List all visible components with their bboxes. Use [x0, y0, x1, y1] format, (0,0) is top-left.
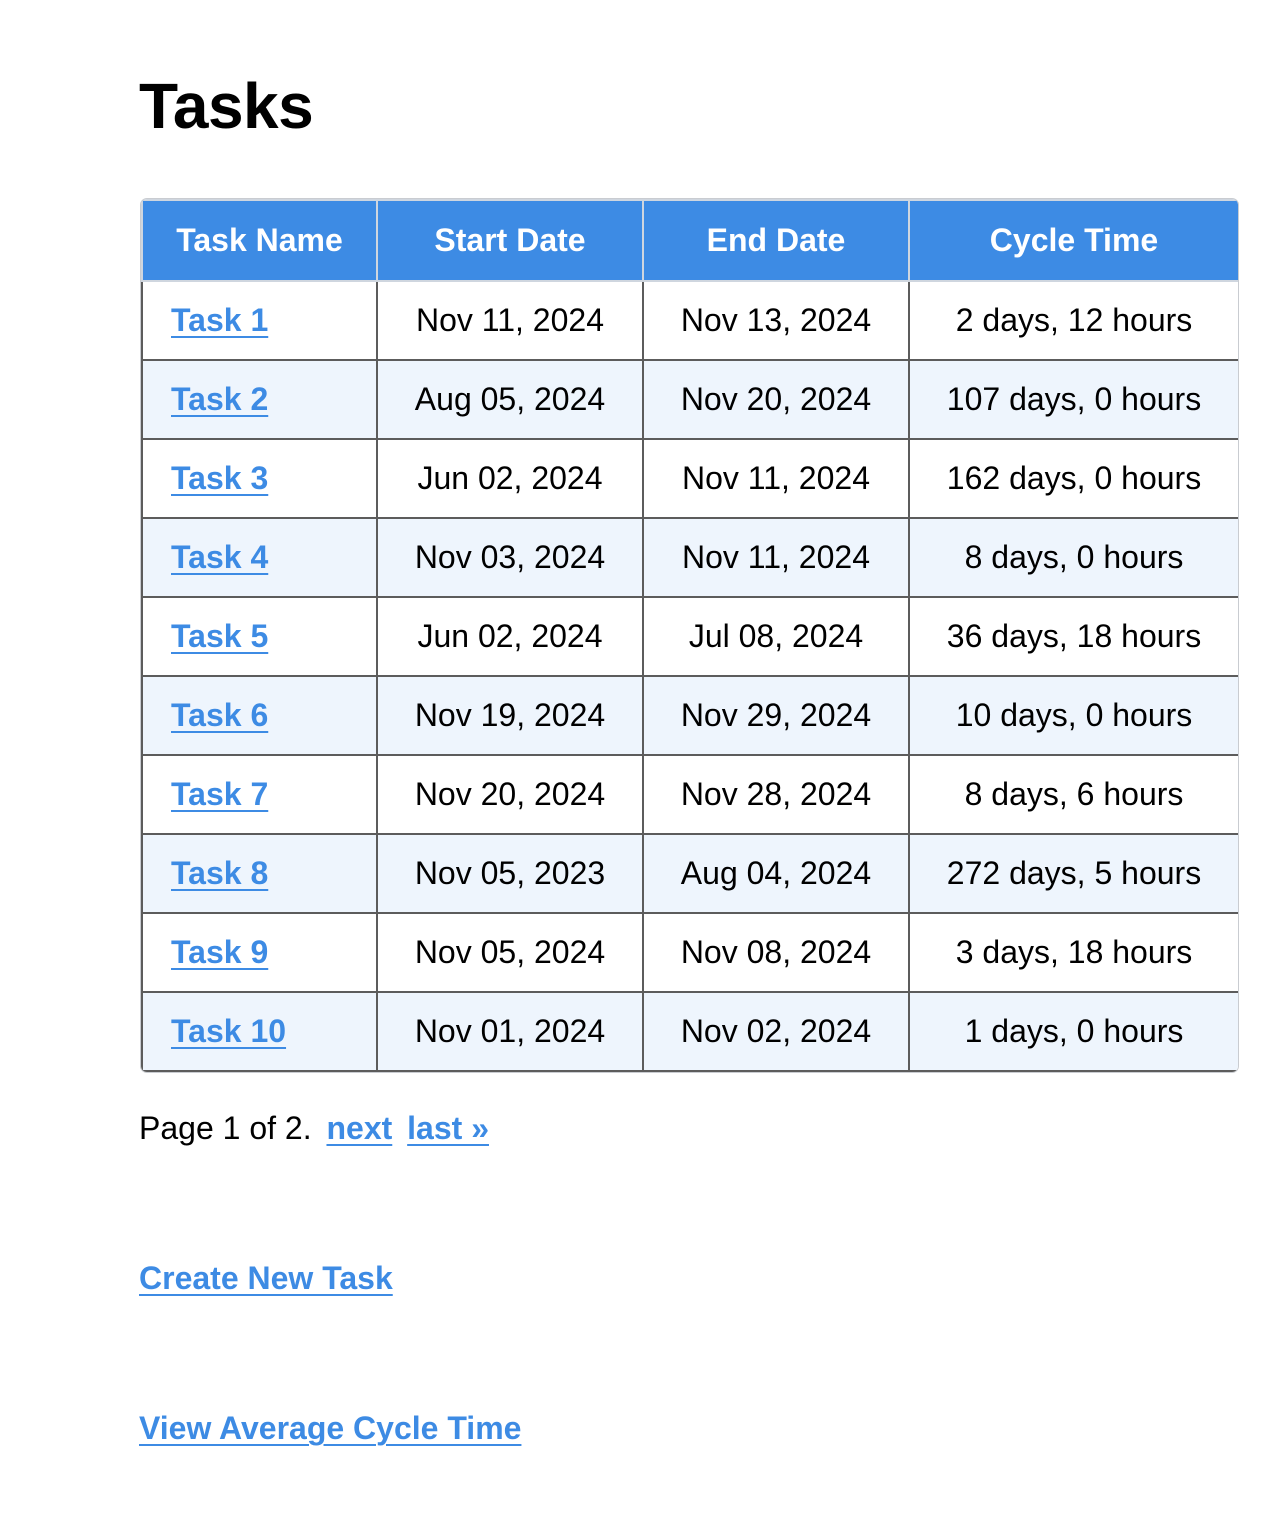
end-date-cell: Nov 20, 2024 — [642, 359, 910, 440]
start-date-cell: Nov 05, 2023 — [376, 833, 644, 914]
end-date-cell: Jul 08, 2024 — [642, 596, 910, 677]
average-cycle-container: View Average Cycle Time — [139, 1406, 521, 1450]
table-body: Task 1 Nov 11, 2024 Nov 13, 2024 2 days, 12… — [141, 280, 1238, 1072]
task-name-cell: Task 5 — [141, 596, 378, 677]
task-link[interactable]: Task 2 — [171, 381, 268, 417]
pagination-status: Page 1 of 2. — [139, 1110, 312, 1146]
table-row: Task 6 Nov 19, 2024 Nov 29, 2024 10 days, 0… — [141, 675, 1238, 756]
cycle-time-cell: 8 days, 0 hours — [908, 517, 1238, 598]
cycle-time-cell: 2 days, 12 hours — [908, 280, 1238, 361]
cycle-time-cell: 10 days, 0 hours — [908, 675, 1238, 756]
task-link[interactable]: Task 1 — [171, 302, 268, 338]
start-date-cell: Jun 02, 2024 — [376, 596, 644, 677]
table-row: Task 7 Nov 20, 2024 Nov 28, 2024 8 days, 6 … — [141, 754, 1238, 835]
end-date-cell: Nov 08, 2024 — [642, 912, 910, 993]
end-date-cell: Nov 29, 2024 — [642, 675, 910, 756]
cycle-time-cell: 36 days, 18 hours — [908, 596, 1238, 677]
page-title: Tasks — [139, 70, 314, 142]
column-header-cycle-time: Cycle Time — [908, 199, 1238, 282]
last-page-link[interactable]: last » — [407, 1110, 489, 1146]
column-header-end-date: End Date — [642, 199, 910, 282]
table-row: Task 10 Nov 01, 2024 Nov 02, 2024 1 days, 0… — [141, 991, 1238, 1072]
cycle-time-cell: 8 days, 6 hours — [908, 754, 1238, 835]
table-row: Task 4 Nov 03, 2024 Nov 11, 2024 8 days, 0 … — [141, 517, 1238, 598]
task-name-cell: Task 9 — [141, 912, 378, 993]
pagination: Page 1 of 2. next last » — [139, 1106, 489, 1150]
cycle-time-cell: 272 days, 5 hours — [908, 833, 1238, 914]
start-date-cell: Aug 05, 2024 — [376, 359, 644, 440]
view-average-cycle-time-link[interactable]: View Average Cycle Time — [139, 1410, 521, 1446]
end-date-cell: Nov 11, 2024 — [642, 438, 910, 519]
task-link[interactable]: Task 3 — [171, 460, 268, 496]
end-date-cell: Nov 11, 2024 — [642, 517, 910, 598]
task-link[interactable]: Task 4 — [171, 539, 268, 575]
column-header-task-name: Task Name — [141, 199, 378, 282]
tasks-table: Task Name Start Date End Date Cycle Time… — [141, 199, 1238, 1072]
task-link[interactable]: Task 6 — [171, 697, 268, 733]
cycle-time-cell: 107 days, 0 hours — [908, 359, 1238, 440]
task-link[interactable]: Task 9 — [171, 934, 268, 970]
task-name-cell: Task 10 — [141, 991, 378, 1072]
create-task-container: Create New Task — [139, 1256, 393, 1300]
task-link[interactable]: Task 7 — [171, 776, 268, 812]
end-date-cell: Nov 02, 2024 — [642, 991, 910, 1072]
task-name-cell: Task 3 — [141, 438, 378, 519]
table-row: Task 2 Aug 05, 2024 Nov 20, 2024 107 days, … — [141, 359, 1238, 440]
table-row: Task 1 Nov 11, 2024 Nov 13, 2024 2 days, 12… — [141, 280, 1238, 361]
start-date-cell: Nov 01, 2024 — [376, 991, 644, 1072]
task-link[interactable]: Task 5 — [171, 618, 268, 654]
task-link[interactable]: Task 8 — [171, 855, 268, 891]
table-row: Task 3 Jun 02, 2024 Nov 11, 2024 162 days, … — [141, 438, 1238, 519]
task-name-cell: Task 7 — [141, 754, 378, 835]
create-new-task-link[interactable]: Create New Task — [139, 1260, 393, 1296]
task-name-cell: Task 8 — [141, 833, 378, 914]
task-name-cell: Task 4 — [141, 517, 378, 598]
cycle-time-cell: 162 days, 0 hours — [908, 438, 1238, 519]
cycle-time-cell: 3 days, 18 hours — [908, 912, 1238, 993]
cycle-time-cell: 1 days, 0 hours — [908, 991, 1238, 1072]
start-date-cell: Jun 02, 2024 — [376, 438, 644, 519]
tasks-table-container: Task Name Start Date End Date Cycle Time… — [140, 198, 1239, 1073]
start-date-cell: Nov 11, 2024 — [376, 280, 644, 361]
end-date-cell: Nov 13, 2024 — [642, 280, 910, 361]
task-link[interactable]: Task 10 — [171, 1013, 286, 1049]
table-header-row: Task Name Start Date End Date Cycle Time — [141, 199, 1238, 282]
end-date-cell: Nov 28, 2024 — [642, 754, 910, 835]
start-date-cell: Nov 05, 2024 — [376, 912, 644, 993]
start-date-cell: Nov 20, 2024 — [376, 754, 644, 835]
table-row: Task 5 Jun 02, 2024 Jul 08, 2024 36 days, 1… — [141, 596, 1238, 677]
table-row: Task 8 Nov 05, 2023 Aug 04, 2024 272 days, … — [141, 833, 1238, 914]
task-name-cell: Task 1 — [141, 280, 378, 361]
task-name-cell: Task 6 — [141, 675, 378, 756]
next-page-link[interactable]: next — [326, 1110, 392, 1146]
end-date-cell: Aug 04, 2024 — [642, 833, 910, 914]
start-date-cell: Nov 19, 2024 — [376, 675, 644, 756]
column-header-start-date: Start Date — [376, 199, 644, 282]
task-name-cell: Task 2 — [141, 359, 378, 440]
table-row: Task 9 Nov 05, 2024 Nov 08, 2024 3 days, 18… — [141, 912, 1238, 993]
start-date-cell: Nov 03, 2024 — [376, 517, 644, 598]
